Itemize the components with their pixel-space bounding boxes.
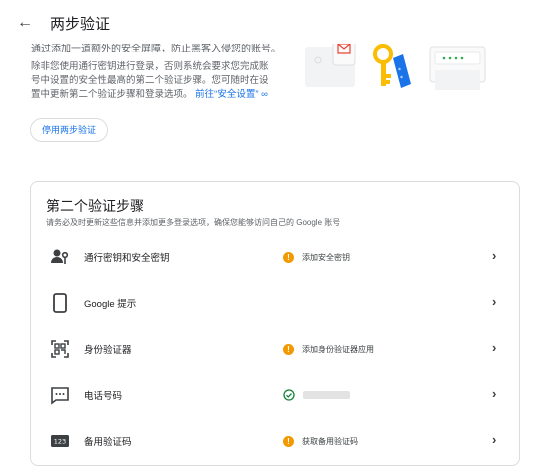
phone-prompt-icon (53, 293, 67, 313)
status-text: 获取备用验证码 (302, 436, 358, 446)
passkey-icon (51, 249, 69, 264)
row-label: Google 提示 (84, 299, 137, 310)
link-icon: ∞ (261, 89, 268, 100)
intro-paragraph: 除非您使用通行密钥进行登录，否则系统会要求您完成账号中设置的安全性最高的第二个验… (31, 60, 276, 102)
row-phone-number[interactable]: 电话号码 › (31, 372, 521, 418)
svg-text:*: * (400, 75, 403, 82)
row-backup-codes[interactable]: 123 备用验证码 ! 获取备用验证码 › (31, 418, 521, 464)
warning-icon: ! (283, 435, 294, 447)
arrow-back-icon[interactable]: ← (14, 12, 36, 34)
row-status: ! 获取备用验证码 (283, 432, 358, 450)
row-passkeys[interactable]: 通行密钥和安全密钥 ! 添加安全密钥 › (31, 234, 521, 280)
row-status: ! 添加身份验证器应用 (283, 340, 374, 358)
row-status: ! 添加安全密钥 (283, 248, 350, 266)
chevron-right-icon: › (492, 432, 497, 447)
card-title: 第二个验证步骤 (46, 198, 144, 214)
backup-codes-icon: 123 (51, 435, 69, 447)
card-subtitle: 请务必及时更新这些信息并添加更多登录选项，确保您能够访问自己的 Google 账… (46, 218, 341, 227)
svg-text:*: * (398, 67, 401, 74)
chevron-right-icon: › (492, 294, 497, 309)
warning-icon: ! (283, 343, 294, 355)
row-label: 身份验证器 (84, 345, 132, 356)
sms-icon (51, 387, 69, 405)
chevron-right-icon: › (492, 340, 497, 355)
check-circle-icon (283, 389, 295, 401)
chevron-right-icon: › (492, 386, 497, 401)
warning-icon: ! (283, 251, 294, 263)
row-label: 电话号码 (84, 391, 123, 402)
row-status (283, 386, 350, 404)
security-settings-link[interactable]: 前往“安全设置” (195, 89, 258, 100)
chevron-right-icon: › (492, 248, 497, 263)
authenticator-icon (51, 340, 69, 358)
disable-two-step-button[interactable]: 停用两步验证 (30, 118, 108, 142)
row-authenticator[interactable]: 身份验证器 ! 添加身份验证器应用 › (31, 326, 521, 372)
row-google-prompt[interactable]: Google 提示 › (31, 280, 521, 326)
page-title: 两步验证 (50, 16, 111, 33)
svg-text:123: 123 (54, 438, 66, 446)
status-text: 添加身份验证器应用 (302, 344, 374, 354)
row-label: 备用验证码 (84, 437, 132, 448)
row-label: 通行密钥和安全密钥 (84, 253, 170, 264)
status-text: 添加安全密钥 (302, 252, 350, 262)
redacted-phone-number (303, 391, 350, 399)
second-step-card: 第二个验证步骤 请务必及时更新这些信息并添加更多登录选项，确保您能够访问自己的 … (30, 181, 520, 466)
top-bar: ← 两步验证 (0, 0, 553, 44)
